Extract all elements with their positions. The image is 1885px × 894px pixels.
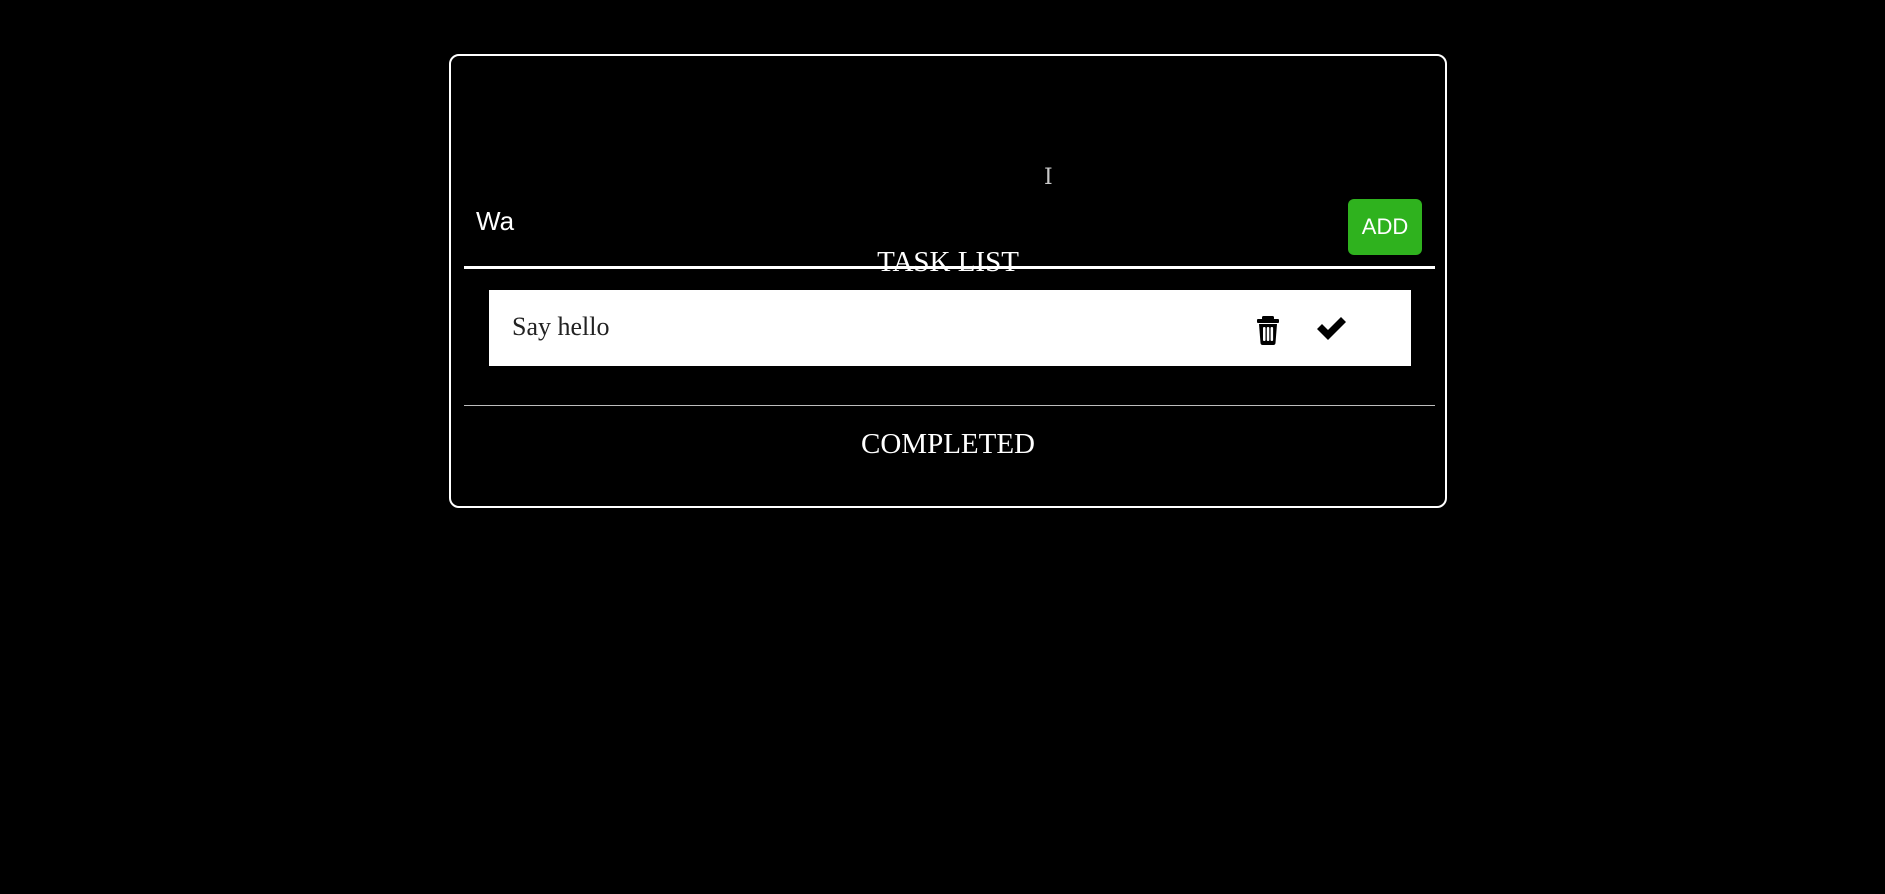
section-divider <box>464 405 1435 406</box>
task-list-title: TASK LIST <box>877 246 1019 278</box>
todo-app-card: ADD I TASK LIST Say hello COMPLETED <box>449 54 1447 508</box>
complete-task-button[interactable] <box>1311 308 1351 348</box>
completed-title: COMPLETED <box>861 428 1035 460</box>
task-text: Say hello <box>512 312 610 341</box>
task-item: Say hello <box>489 290 1411 366</box>
delete-task-button[interactable] <box>1248 308 1288 348</box>
checkmark-icon <box>1317 317 1346 340</box>
task-input[interactable] <box>464 196 1324 246</box>
trash-icon <box>1257 316 1279 345</box>
